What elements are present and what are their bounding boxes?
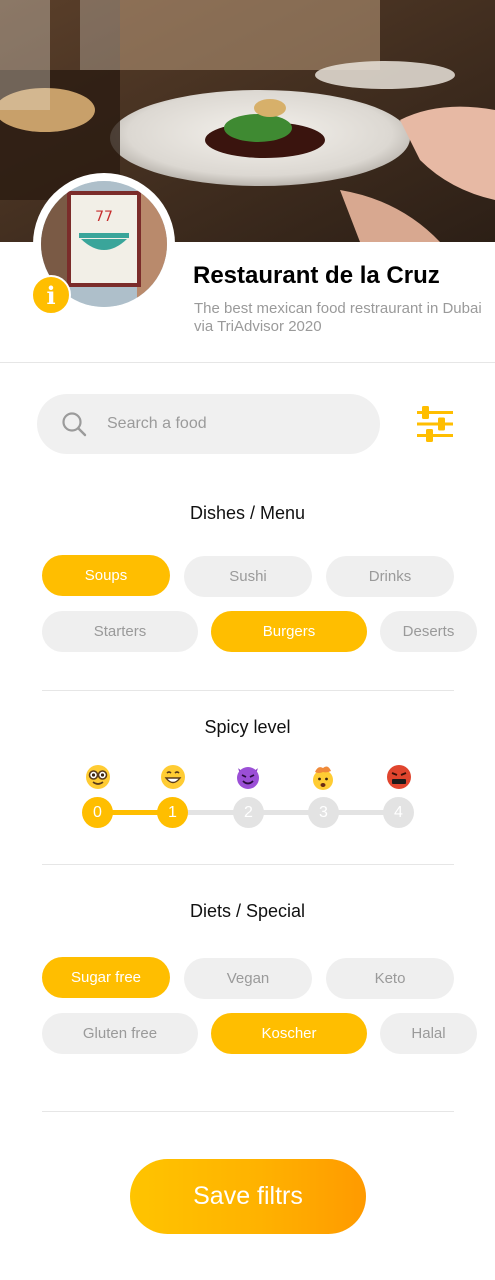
chip-koscher[interactable]: Koscher bbox=[211, 1013, 367, 1054]
cursing-face-emoji bbox=[387, 765, 411, 789]
chip-vegan[interactable]: Vegan bbox=[184, 958, 312, 999]
spicy-level-2[interactable]: 2 bbox=[233, 797, 264, 828]
chip-soups[interactable]: Soups bbox=[42, 555, 170, 596]
chip-sushi[interactable]: Sushi bbox=[184, 556, 312, 597]
spicy-level-3[interactable]: 3 bbox=[308, 797, 339, 828]
nerd-face-emoji bbox=[86, 765, 110, 789]
exploding-head-emoji bbox=[313, 766, 333, 790]
save-filters-button[interactable]: Save filtrs bbox=[130, 1159, 366, 1234]
chip-starters[interactable]: Starters bbox=[42, 611, 198, 652]
chip-burgers[interactable]: Burgers bbox=[211, 611, 367, 652]
restaurant-tagline: The best mexican food restraurant in Dub… bbox=[194, 300, 482, 335]
search-bar bbox=[37, 394, 380, 454]
spicy-section-title: Spicy level bbox=[204, 717, 291, 737]
filter-sliders-icon[interactable] bbox=[415, 405, 455, 443]
restaurant-name: Restaurant de la Cruz bbox=[193, 262, 440, 289]
spicy-level-0[interactable]: 0 bbox=[82, 797, 113, 828]
section-divider bbox=[42, 864, 454, 865]
header-divider bbox=[0, 362, 495, 363]
spicy-level-1[interactable]: 1 bbox=[157, 797, 188, 828]
search-input[interactable] bbox=[107, 394, 367, 454]
chip-halal[interactable]: Halal bbox=[380, 1013, 477, 1054]
chip-gluten-free[interactable]: Gluten free bbox=[42, 1013, 198, 1054]
chip-deserts[interactable]: Deserts bbox=[380, 611, 477, 652]
search-icon[interactable] bbox=[61, 411, 87, 437]
chip-drinks[interactable]: Drinks bbox=[326, 556, 454, 597]
section-divider bbox=[42, 690, 454, 691]
info-icon[interactable]: i bbox=[31, 275, 71, 315]
svg-text:77: 77 bbox=[95, 209, 113, 225]
section-divider bbox=[42, 1111, 454, 1112]
dishes-section-title: Dishes / Menu bbox=[189, 503, 306, 523]
smiling-devil-emoji bbox=[237, 767, 259, 789]
diets-section-title: Diets / Special bbox=[189, 901, 306, 921]
chip-keto[interactable]: Keto bbox=[326, 958, 454, 999]
chip-sugar-free[interactable]: Sugar free bbox=[42, 957, 170, 998]
grinning-face-emoji bbox=[161, 765, 185, 789]
spicy-level-4[interactable]: 4 bbox=[383, 797, 414, 828]
